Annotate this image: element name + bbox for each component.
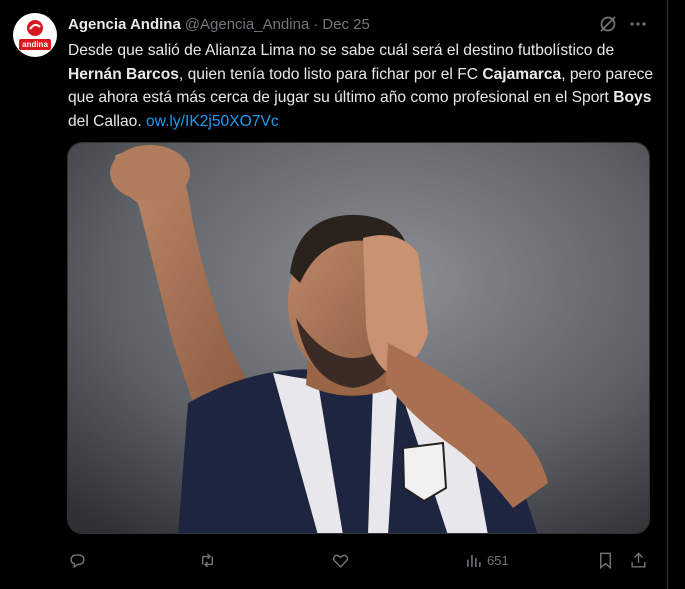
bookmark-icon[interactable] <box>596 546 615 574</box>
tweet-text-part: , quien tenía todo listo para fichar por… <box>178 65 483 83</box>
avatar-brand-text: andina <box>19 39 51 50</box>
mention-boys: Boys <box>613 89 652 106</box>
avatar[interactable]: andina <box>13 13 57 57</box>
retweet-icon[interactable] <box>198 546 217 574</box>
tweet-text-part: del Callao. <box>68 112 147 130</box>
tweet-photo[interactable] <box>67 142 650 534</box>
andina-logo-mark <box>27 20 43 36</box>
right-edge <box>668 0 685 589</box>
player-photo <box>68 143 649 533</box>
views-icon <box>467 554 481 567</box>
reply-icon[interactable] <box>68 546 87 574</box>
share-icon[interactable] <box>629 546 648 574</box>
account-name[interactable]: Agencia Andina <box>68 16 181 33</box>
views-count: 651 <box>487 552 509 568</box>
tweet-text: Desde que salió de Alianza Lima no se sa… <box>68 39 658 133</box>
grok-icon[interactable] <box>598 14 618 34</box>
like-icon[interactable] <box>331 546 350 574</box>
tweet-actions: 651 <box>0 546 668 574</box>
mention-hernan-barcos: Hernán Barcos <box>68 65 179 83</box>
tweet-date[interactable]: Dec 25 <box>322 16 370 33</box>
separator-dot: · <box>313 15 319 33</box>
more-icon[interactable] <box>628 14 648 34</box>
tweet-text-part: Desde que salió de Alianza Lima no se sa… <box>68 42 615 59</box>
tweet-link[interactable]: ow.ly/IK2j50XO7Vc <box>146 113 279 130</box>
views-button[interactable]: 651 <box>464 546 509 574</box>
mention-cajamarca: Cajamarca <box>482 65 562 83</box>
tweet-header: Agencia Andina @Agencia_Andina · Dec 25 <box>68 14 370 34</box>
account-handle[interactable]: @Agencia_Andina <box>185 16 309 33</box>
tweet-card[interactable]: andina Agencia Andina @Agencia_Andina · … <box>0 0 668 589</box>
